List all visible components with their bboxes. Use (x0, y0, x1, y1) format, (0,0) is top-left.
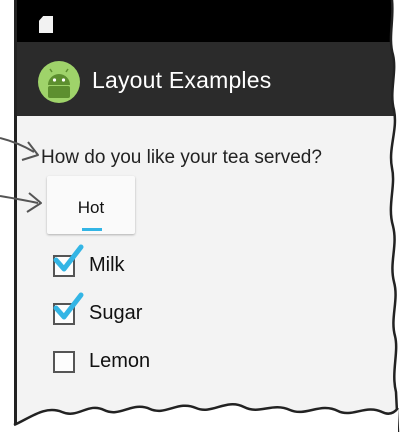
checkmark-icon (53, 292, 84, 320)
checkbox-box[interactable] (53, 351, 75, 373)
checkbox-label: Sugar (89, 302, 143, 324)
android-icon[interactable] (37, 60, 81, 104)
app-title: Layout Examples (92, 67, 272, 93)
status-bar (17, 0, 408, 42)
action-bar: Layout Examples (17, 42, 408, 116)
checkmark-icon (53, 244, 84, 272)
spinner-selected-value: Hot (77, 198, 105, 217)
phone-screen: Layout Examples How do you like your tea… (14, 0, 408, 432)
question-text: How do you like your tea served? (41, 147, 322, 168)
checkbox-label: Milk (89, 254, 125, 276)
sd-card-icon (39, 16, 53, 33)
spinner-underline (82, 228, 102, 231)
checkbox-label: Lemon (89, 350, 151, 372)
serving-spinner[interactable]: Hot (47, 176, 135, 234)
